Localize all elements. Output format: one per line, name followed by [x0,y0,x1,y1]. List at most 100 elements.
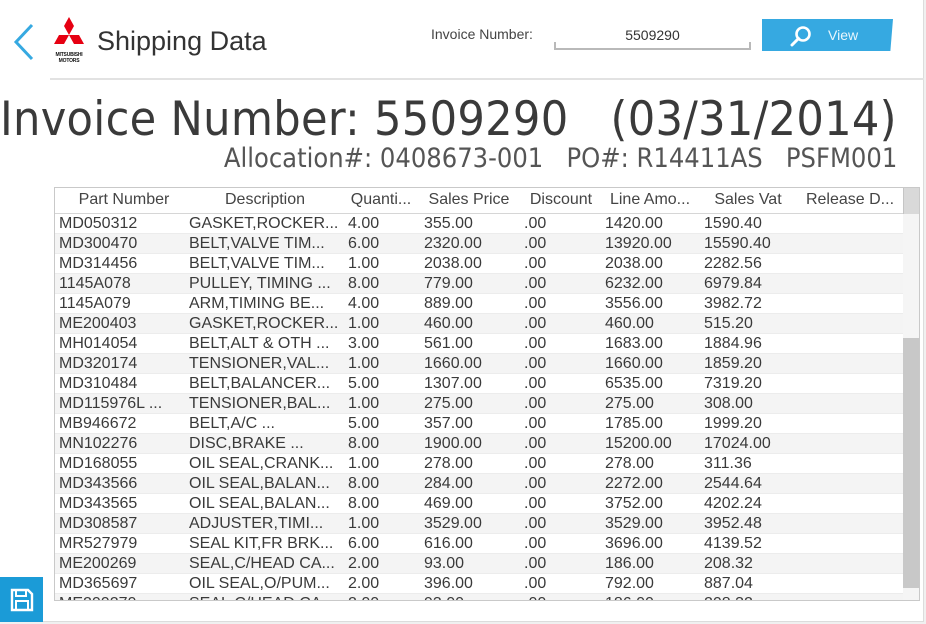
table-row[interactable]: 1145A078 PULLEY, TIMING ... 8.00 779.00 .00 6… [55,274,903,294]
table-cell: 2038.00 [424,255,482,272]
table-cell: 2038.00 [605,255,663,272]
table-cell: 469.00 [424,495,473,512]
table-cell: ME200269 [59,555,137,572]
table-cell: .00 [524,555,547,572]
back-button[interactable] [10,22,40,62]
table-row[interactable]: MD320174 TENSIONER,VAL... 1.00 1660.00 .00 16… [55,354,903,374]
input-underline-left-tick [554,42,556,50]
table-row[interactable]: ME200269 SEAL,C/HEAD CA... 2.00 93.00 .00 186… [55,554,903,574]
table-cell: .00 [524,295,547,312]
table-cell: 3752.00 [605,495,663,512]
table-cell: 1420.00 [605,215,663,232]
table-cell: MD343566 [59,475,138,492]
table-cell: 1.00 [348,515,380,532]
save-button[interactable] [0,577,43,622]
invoice-heading: Invoice Number: 5509290 (03/31/2014) [0,92,897,147]
table-cell: .00 [524,375,547,392]
column-header[interactable]: Description [189,191,341,209]
column-header[interactable]: Release D... [803,191,897,209]
table-cell: .00 [524,475,547,492]
table-row[interactable]: ME200403 GASKET,ROCKER... 1.00 460.00 .00 460… [55,314,903,334]
table-row[interactable]: MD308587 ADJUSTER,TIMI... 1.00 3529.00 .00 35… [55,514,903,534]
table-cell: 887.04 [704,575,753,592]
table-cell: 17024.00 [704,435,771,452]
grid-header: Part Number Description Quanti... Sales Pri… [55,188,903,214]
view-button-label: View [828,27,859,43]
table-cell: 13920.00 [605,235,672,252]
table-cell: TENSIONER,BAL... [189,395,331,412]
table-row[interactable]: MD343565 OIL SEAL,BALAN... 8.00 469.00 .00 37… [55,494,903,514]
table-cell: 2.00 [348,575,380,592]
table-cell: 3696.00 [605,535,663,552]
column-header[interactable]: Line Amo... [603,191,697,209]
table-cell: .00 [524,235,547,252]
table-row[interactable]: MD343566 OIL SEAL,BALAN... 8.00 284.00 .00 22… [55,474,903,494]
table-cell: MD365697 [59,575,138,592]
table-cell: 311.36 [704,455,752,472]
table-cell: MD314456 [59,255,138,272]
view-button[interactable]: View [762,19,893,51]
table-cell: 1884.96 [704,335,762,352]
scrollbar-thumb[interactable] [903,338,919,588]
table-cell: 6.00 [348,235,380,252]
table-cell: 1999.20 [704,415,762,432]
table-cell: MD343565 [59,495,138,512]
table-cell: .00 [524,435,547,452]
table-cell: .00 [524,595,602,600]
table-cell: 4139.52 [704,535,762,552]
table-cell: 15200.00 [605,435,672,452]
table-row[interactable]: MD300470 BELT,VALVE TIM... 6.00 2320.00 .00 1… [55,234,903,254]
table-row[interactable]: MD050312 GASKET,ROCKER... 4.00 355.00 .00 142… [55,214,903,234]
table-cell: 6979.84 [704,275,762,292]
table-row[interactable]: MD168055 OIL SEAL,CRANK... 1.00 278.00 .00 27… [55,454,903,474]
vertical-scrollbar[interactable] [903,214,919,600]
input-underline-right-tick [749,42,751,50]
column-header[interactable]: Sales Price [423,191,515,209]
table-cell: .00 [524,515,547,532]
invoice-number-input[interactable] [554,22,751,50]
table-row[interactable]: MB946672 BELT,A/C ... 5.00 357.00 .00 1785.00… [55,414,903,434]
column-header[interactable]: Quanti... [345,191,417,209]
table-row[interactable]: MD365697 OIL SEAL,O/PUM... 2.00 396.00 .00 79… [55,574,903,594]
table-row[interactable]: MN102276 DISC,BRAKE ... 8.00 1900.00 .00 1520… [55,434,903,454]
table-cell: MH014054 [59,335,138,352]
table-cell: 779.00 [424,275,473,292]
table-cell: 1660.00 [424,355,482,372]
table-cell: 8.00 [348,435,380,452]
table-cell: 1590.40 [704,215,762,232]
app-window: MITSUBISHI MOTORS Shipping Data Invoice … [0,0,924,622]
table-cell: ME200270 [59,595,185,600]
shipping-data-grid: Part Number Description Quanti... Sales Pri… [54,187,920,601]
table-cell: OIL SEAL,O/PUM... [189,575,330,592]
table-cell: MD168055 [59,455,138,472]
table-row[interactable]: MD314456 BELT,VALVE TIM... 1.00 2038.00 .00 2… [55,254,903,274]
table-cell: 275.00 [424,395,473,412]
table-row[interactable]: MD310484 BELT,BALANCER... 5.00 1307.00 .00 65… [55,374,903,394]
table-cell: 396.00 [424,575,473,592]
table-cell: 1900.00 [424,435,482,452]
table-row[interactable]: MH014054 BELT,ALT & OTH ... 3.00 561.00 .00 1… [55,334,903,354]
table-cell: BELT,VALVE TIM... [189,255,325,272]
table-cell: .00 [524,395,547,412]
table-cell: 4.00 [348,215,380,232]
table-cell: DISC,BRAKE ... [189,435,304,452]
table-cell: 515.20 [704,315,753,332]
table-cell: 1.00 [348,255,380,272]
column-header[interactable]: Discount [521,191,601,209]
table-cell: BELT,A/C ... [189,415,275,432]
scroll-corner [903,188,919,214]
table-cell: 3982.72 [704,295,762,312]
table-cell: .00 [524,575,547,592]
table-row[interactable]: MR527979 SEAL KIT,FR BRK... 6.00 616.00 .00 3… [55,534,903,554]
column-header[interactable]: Sales Vat [701,191,795,209]
column-header[interactable]: Part Number [59,191,189,209]
table-row[interactable]: 1145A079 ARM,TIMING BE... 4.00 889.00 .00 355… [55,294,903,314]
table-cell: BELT,ALT & OTH ... [189,335,330,352]
table-row[interactable]: MD115976L ... TENSIONER,BAL... 1.00 275.00.… [55,394,903,414]
table-cell: 357.00 [424,415,473,432]
table-cell: 2544.64 [704,475,762,492]
table-cell: .00 [524,215,547,232]
table-cell: .00 [524,335,547,352]
table-cell: 3529.00 [605,515,663,532]
table-row[interactable]: ME200270 SEAL,C/HEAD CA... 2.00 93.00 .00186… [55,594,903,600]
